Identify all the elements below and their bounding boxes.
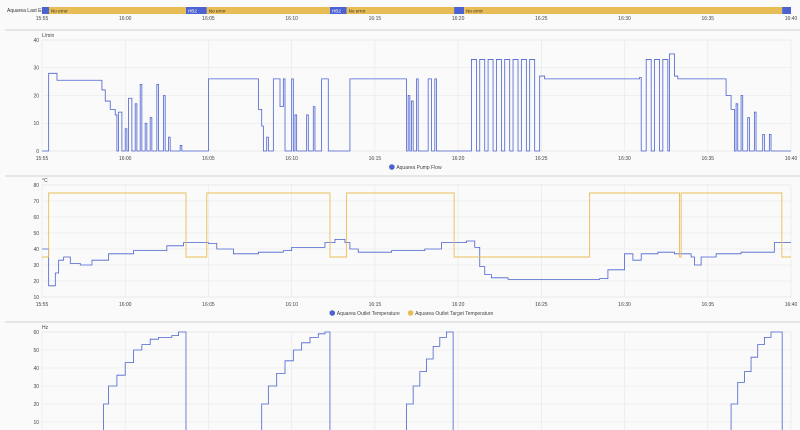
y-tick-label: 10 (33, 420, 39, 426)
x-tick-label: 16:25 (535, 156, 548, 162)
x-tick-label: 16:15 (369, 156, 382, 162)
timeline-segment[interactable] (42, 7, 49, 14)
x-tick-label: 16:30 (618, 302, 631, 308)
y-tick-label: 40 (33, 247, 39, 253)
y-tick-label: 60 (33, 215, 39, 221)
legend-label[interactable]: Aquarea Pump Flow (396, 165, 442, 171)
x-tick-label: 16:15 (369, 16, 382, 22)
plot-area (41, 331, 792, 430)
unit-label: °C (42, 178, 48, 184)
y-tick-label: 20 (33, 279, 39, 285)
y-tick-label: 60 (33, 330, 39, 336)
x-tick-label: 16:35 (702, 156, 715, 162)
plot-area (41, 184, 792, 298)
legend-marker[interactable] (407, 310, 414, 316)
x-tick-label: 15:55 (36, 302, 49, 308)
x-tick-label: 15:55 (36, 16, 49, 22)
timeline-segment[interactable] (48, 7, 186, 14)
x-tick-label: 16:15 (369, 302, 382, 308)
timeline-segment-label: No error (349, 8, 366, 13)
timeline-segment-label: HB2 (332, 8, 341, 13)
x-tick-label: 16:30 (618, 16, 631, 22)
legend-marker[interactable] (389, 164, 395, 170)
y-tick-label: 0 (36, 149, 39, 155)
y-tick-label: 10 (33, 295, 39, 301)
timeline-segment[interactable] (464, 7, 783, 14)
unit-label: Hz (42, 325, 49, 331)
y-tick-label: 70 (33, 199, 39, 205)
x-tick-label: 16:05 (202, 16, 215, 22)
legend-marker[interactable] (329, 310, 336, 316)
x-tick-label: 16:40 (785, 16, 798, 22)
timeline-segment-label: No error (209, 8, 226, 13)
y-tick-label: 50 (33, 231, 39, 237)
history-charts: No error HB2 No error HB2 No error No error15… (5, 7, 800, 430)
legend-label[interactable]: Aquarea Outlet Temperature (337, 311, 400, 317)
y-tick-label: 80 (33, 183, 39, 189)
x-tick-label: 16:25 (535, 302, 548, 308)
x-tick-label: 16:20 (452, 16, 465, 22)
x-tick-label: 16:00 (119, 16, 132, 22)
x-tick-label: 16:00 (119, 302, 132, 308)
timeline-segment-label: No error (51, 8, 68, 13)
y-tick-label: 30 (33, 263, 39, 269)
x-tick-label: 16:05 (202, 302, 215, 308)
y-tick-label: 20 (33, 93, 39, 99)
x-tick-label: 16:10 (285, 302, 298, 308)
x-tick-label: 15:55 (36, 156, 49, 162)
legend-label[interactable]: Aquarea Outlet Target Temperature (415, 311, 493, 317)
x-tick-label: 16:25 (535, 16, 548, 22)
x-tick-label: 16:10 (285, 156, 298, 162)
y-tick-label: 40 (33, 366, 39, 372)
y-tick-label: 30 (33, 66, 39, 72)
y-tick-label: 50 (33, 348, 39, 354)
timeline-segment[interactable] (454, 7, 465, 14)
unit-label: L/min (42, 33, 54, 39)
x-tick-label: 16:10 (285, 16, 298, 22)
y-tick-label: 20 (33, 402, 39, 408)
x-tick-label: 16:20 (452, 302, 465, 308)
x-tick-label: 16:40 (785, 302, 798, 308)
x-tick-label: 16:30 (618, 156, 631, 162)
y-tick-label: 10 (33, 121, 39, 127)
x-tick-label: 16:40 (785, 156, 798, 162)
timeline-segment-label: No error (466, 8, 483, 13)
y-tick-label: 40 (33, 38, 39, 44)
x-tick-label: 16:05 (202, 156, 215, 162)
y-tick-label: 30 (33, 384, 39, 390)
x-tick-label: 16:20 (452, 156, 465, 162)
x-tick-label: 16:00 (119, 156, 132, 162)
x-tick-label: 16:35 (702, 302, 715, 308)
timeline-segment-label: HB2 (188, 8, 197, 13)
timeline-segment[interactable] (782, 7, 791, 14)
x-tick-label: 16:35 (702, 16, 715, 22)
